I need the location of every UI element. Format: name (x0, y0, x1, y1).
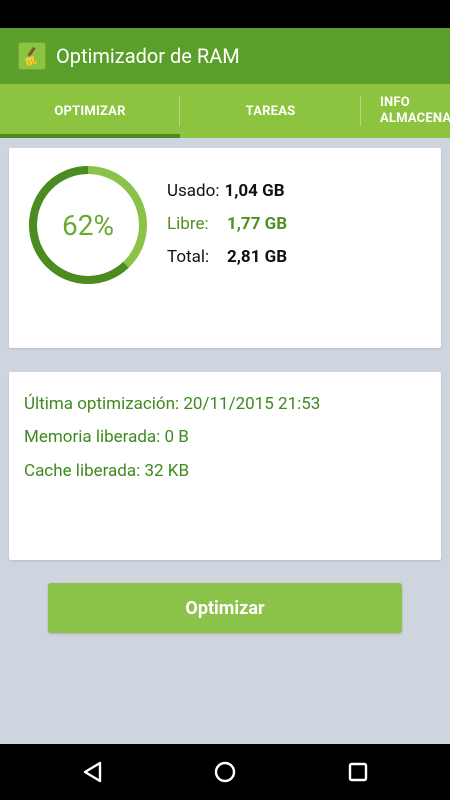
memory-stats: Usado: 1,04 GB Libre: 1,77 GB Total: 2,8… (167, 174, 287, 273)
last-optimization-text: Última optimización: 20/11/2015 21:53 (24, 394, 321, 414)
back-triangle-icon[interactable] (79, 758, 107, 786)
tab-info-almacenamiento[interactable]: INFO ALMACENAMIENTO (361, 84, 450, 138)
tab-bar: OPTIMIZAR TAREAS INFO ALMACENAMIENTO (0, 84, 450, 138)
total-label: Total: (167, 246, 210, 267)
memory-card: 62% Usado: 1,04 GB Libre: 1,77 GB Total:… (9, 148, 441, 348)
navigation-bar (0, 744, 450, 800)
used-value: 1,04 GB (224, 180, 285, 201)
cache-freed-text: Cache liberada: 32 KB (24, 461, 190, 481)
tab-active-indicator (0, 134, 180, 138)
stat-free: Libre: 1,77 GB (167, 207, 287, 240)
optimize-button[interactable]: Optimizar (48, 583, 402, 633)
tab-label: OPTIMIZAR (54, 103, 126, 119)
optimization-info-card: Última optimización: 20/11/2015 21:53 Me… (9, 372, 441, 560)
app-title: Optimizador de RAM (56, 44, 240, 68)
memory-percent: 62% (62, 208, 114, 242)
tab-optimizar[interactable]: OPTIMIZAR (0, 84, 180, 138)
free-label: Libre: (167, 213, 209, 234)
memory-freed-text: Memoria liberada: 0 B (24, 427, 189, 447)
used-label: Usado: (167, 180, 220, 201)
app-bar: Optimizador de RAM (0, 28, 450, 84)
total-value: 2,81 GB (227, 246, 288, 267)
memory-usage-ring: 62% (27, 164, 149, 286)
stat-total: Total: 2,81 GB (167, 240, 287, 273)
free-value: 1,77 GB (227, 213, 288, 234)
recent-apps-square-icon[interactable] (344, 758, 372, 786)
stat-used: Usado: 1,04 GB (167, 174, 287, 207)
broom-icon (18, 42, 46, 70)
tab-tareas[interactable]: TAREAS (180, 84, 361, 138)
tab-label: TAREAS (245, 103, 296, 119)
tab-label: INFO ALMACENAMIENTO (380, 95, 450, 126)
status-bar (0, 0, 450, 28)
home-circle-icon[interactable] (211, 758, 239, 786)
